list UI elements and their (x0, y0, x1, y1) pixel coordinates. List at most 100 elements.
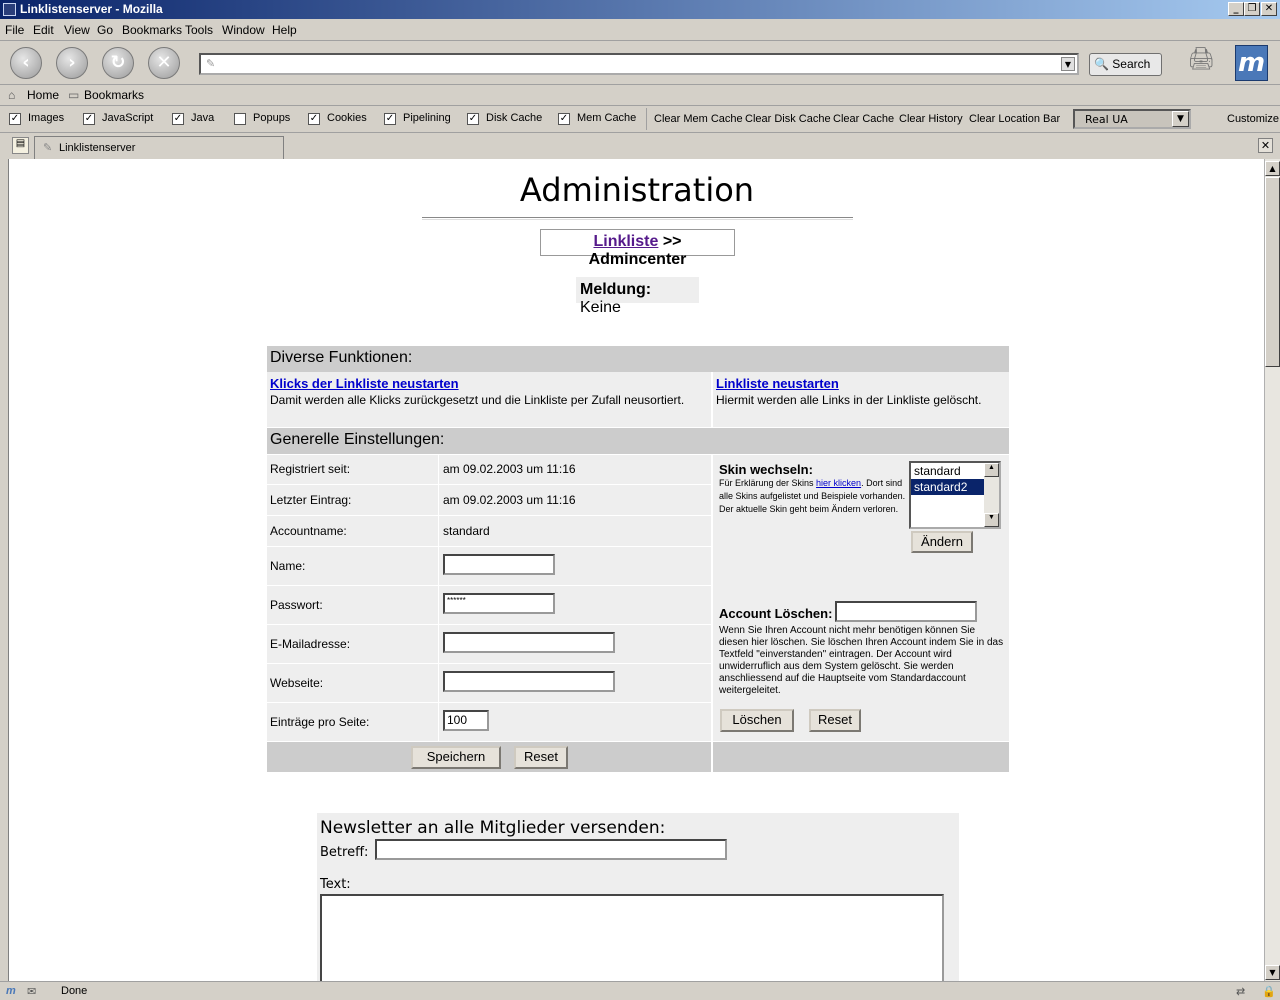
scroll-up-icon[interactable]: ▲ (1265, 161, 1280, 176)
maximize-icon[interactable]: ❐ (1244, 2, 1260, 16)
row-divider (267, 484, 711, 485)
delete-reset-button[interactable]: Reset (809, 709, 861, 732)
newsletter-text-area[interactable] (320, 894, 944, 981)
popups-checkbox[interactable] (234, 113, 246, 125)
back-icon[interactable]: ‹ (10, 47, 42, 79)
personal-toolbar: ⌂ Home ▭ Bookmarks (0, 85, 1280, 106)
save-row: Speichern Reset (267, 742, 711, 772)
mozilla-throbber-icon[interactable]: m (1235, 45, 1268, 81)
url-bar[interactable]: ✎ ▼ (199, 53, 1079, 75)
url-dropdown-icon[interactable]: ▼ (1061, 57, 1075, 71)
menu-file[interactable]: File (5, 23, 24, 37)
prefbar: ✓ Images ✓ JavaScript ✓ Java Popups ✓ Co… (0, 106, 1280, 133)
close-icon[interactable]: ✕ (1261, 2, 1277, 16)
reset-clicks-description: Damit werden alle Klicks zurückgesetzt u… (270, 393, 685, 407)
clear-location-bar-button[interactable]: Clear Location Bar (969, 113, 1060, 125)
chevron-down-icon: ▼ (1172, 111, 1189, 127)
per-page-input[interactable]: 100 (443, 710, 489, 731)
email-input[interactable] (443, 632, 615, 653)
menu-help[interactable]: Help (272, 23, 297, 37)
skin-option[interactable]: standard (911, 463, 985, 479)
search-button[interactable]: 🔍 Search (1089, 53, 1162, 76)
print-icon[interactable]: 🖨 (1187, 47, 1215, 72)
menu-go[interactable]: Go (97, 23, 113, 37)
name-input[interactable] (443, 554, 555, 575)
column-divider (438, 455, 439, 741)
connection-icon: ⇄ (1236, 986, 1246, 998)
pipelining-checkbox[interactable]: ✓ (384, 113, 396, 125)
app-icon (3, 3, 16, 16)
newsletter-subject-input[interactable] (375, 839, 727, 860)
change-skin-button[interactable]: Ändern (911, 531, 973, 553)
memcache-checkbox[interactable]: ✓ (558, 113, 570, 125)
forward-icon[interactable]: › (56, 47, 88, 79)
bookmarks-folder[interactable]: Bookmarks (84, 88, 144, 102)
skin-listbox[interactable]: standard standard2 ▲ ▼ (909, 461, 1001, 529)
title-divider (422, 217, 853, 220)
menu-window[interactable]: Window (222, 23, 265, 37)
scroll-up-icon[interactable]: ▲ (984, 463, 999, 477)
page-scrollbar[interactable]: ▲ ▼ (1264, 159, 1280, 981)
clear-history-button[interactable]: Clear History (899, 113, 963, 125)
scroll-down-icon[interactable]: ▼ (1265, 965, 1280, 980)
page-title: Administration (519, 171, 755, 209)
section-header-general: Generelle Einstellungen: (267, 428, 1009, 454)
website-input[interactable] (443, 671, 615, 692)
last-entry-value: am 09.02.2003 um 11:16 (443, 493, 576, 507)
skin-help-link[interactable]: hier klicken (816, 478, 861, 488)
search-label: Search (1112, 57, 1151, 71)
newsletter-panel: Newsletter an alle Mitglieder versenden:… (317, 813, 959, 981)
mail-icon[interactable]: ✉ (27, 985, 36, 998)
restart-linklist-link[interactable]: Linkliste neustarten (716, 376, 839, 391)
menu-bookmarks[interactable]: Bookmarks (122, 23, 182, 37)
security-lock-icon: 🔒 (1262, 986, 1276, 998)
minimize-icon[interactable]: _ (1228, 2, 1244, 16)
tab-label: Linklistenserver (59, 142, 136, 154)
newsletter-text-label: Text: (320, 877, 351, 892)
listbox-scrollbar[interactable]: ▲ ▼ (984, 463, 999, 527)
page-icon: ✎ (43, 142, 53, 154)
breadcrumb: Linkliste >> Admincenter (540, 229, 735, 268)
reset-button[interactable]: Reset (514, 746, 568, 769)
cookies-checkbox[interactable]: ✓ (308, 113, 320, 125)
menu-view[interactable]: View (64, 23, 90, 37)
scroll-down-icon[interactable]: ▼ (984, 513, 999, 527)
scroll-thumb[interactable] (1265, 177, 1280, 367)
tab-linklistenserver[interactable]: ✎ Linklistenserver (34, 136, 284, 159)
diskcache-checkbox[interactable]: ✓ (467, 113, 479, 125)
delete-confirm-input[interactable] (835, 601, 977, 622)
customize-button[interactable]: Customize (1227, 113, 1279, 125)
reload-icon[interactable]: ↻ (102, 47, 134, 79)
java-checkbox[interactable]: ✓ (172, 113, 184, 125)
memcache-label: Mem Cache (577, 112, 637, 124)
clear-disk-cache-button[interactable]: Clear Disk Cache (745, 113, 831, 125)
menu-tools[interactable]: Tools (185, 23, 213, 37)
menubar: File Edit View Go Bookmarks Tools Window… (0, 19, 1280, 41)
images-checkbox[interactable]: ✓ (9, 113, 21, 125)
new-tab-icon[interactable]: ▤ (12, 137, 29, 154)
close-tab-icon[interactable]: ✕ (1258, 138, 1273, 153)
password-input[interactable]: ****** (443, 593, 555, 614)
pipelining-label: Pipelining (403, 112, 451, 124)
clear-cache-button[interactable]: Clear Cache (833, 113, 894, 125)
delete-account-button[interactable]: Löschen (720, 709, 794, 732)
prefbar-divider (646, 108, 647, 130)
stop-icon[interactable]: ✕ (148, 47, 180, 79)
newsletter-subject-label: Betreff: (320, 845, 369, 860)
reset-clicks-link[interactable]: Klicks der Linkliste neustarten (270, 376, 459, 391)
mozilla-icon[interactable]: m (6, 985, 16, 997)
row-divider (267, 663, 711, 664)
skin-option-selected[interactable]: standard2 (911, 479, 985, 495)
save-button[interactable]: Speichern (411, 746, 501, 769)
images-label: Images (28, 112, 65, 124)
skin-desc-pre: Für Erklärung der Skins (719, 478, 817, 488)
breadcrumb-link-linkliste[interactable]: Linkliste (593, 233, 658, 250)
clear-mem-cache-button[interactable]: Clear Mem Cache (654, 113, 743, 125)
menu-edit[interactable]: Edit (33, 23, 54, 37)
javascript-checkbox[interactable]: ✓ (83, 113, 95, 125)
general-settings-panel: Registriert seit: am 09.02.2003 um 11:16… (267, 455, 711, 741)
home-link[interactable]: Home (27, 88, 59, 102)
status-bar: m ✉ Done ⇄ 🔒 (0, 981, 1280, 1000)
home-icon[interactable]: ⌂ (8, 88, 15, 102)
useragent-select[interactable]: Real UA ▼ (1073, 109, 1191, 129)
